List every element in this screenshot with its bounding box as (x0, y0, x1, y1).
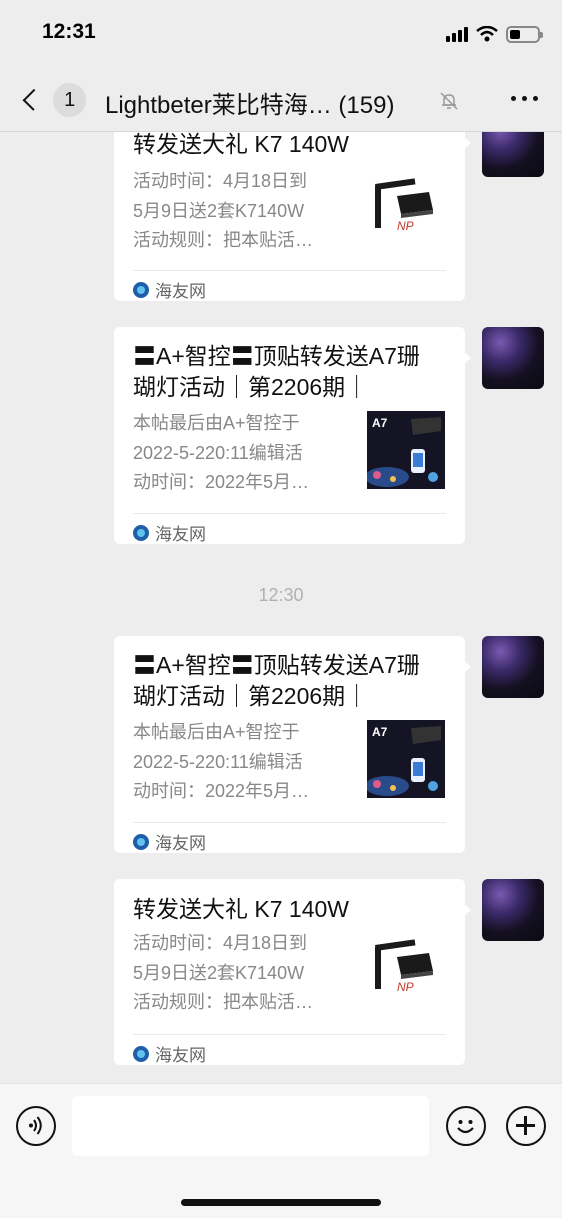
wifi-icon (476, 26, 498, 42)
bubble-tail (463, 351, 471, 365)
chat-title[interactable]: Lightbeter莱比特海… (159) (105, 85, 394, 120)
dot-icon (522, 96, 527, 101)
more-options-button[interactable] (511, 96, 538, 101)
source-app-icon (133, 281, 149, 298)
source-app-icon (133, 833, 149, 850)
dot-icon (511, 96, 516, 101)
source-name: 海友网 (155, 834, 206, 853)
source-name: 海友网 (155, 282, 206, 301)
voice-button[interactable] (16, 1106, 56, 1146)
card-divider (133, 822, 446, 823)
source-name: 海友网 (155, 1046, 206, 1065)
signal-icon (446, 26, 468, 42)
plus-button[interactable] (506, 1106, 546, 1146)
member-count: (159) (338, 92, 395, 119)
back-button[interactable]: 1 (16, 80, 86, 120)
link-card[interactable]: 转发送大礼 K7 140W 活动时间：4月18日到 5月9日送2套K7140W … (114, 879, 465, 1065)
link-card[interactable]: 转发送大礼 K7 140W 活动时间：4月18日到 5月9日送2套K7140W … (114, 110, 465, 301)
card-title: 〓A+智控〓顶贴转发送A7珊 瑚灯活动｜第2206期｜ (133, 343, 420, 400)
card-source: 海友网 (133, 277, 206, 302)
source-app-icon (133, 1045, 149, 1062)
card-divider (133, 1034, 446, 1035)
avatar[interactable] (482, 879, 544, 941)
bubble-tail (463, 903, 471, 917)
svg-text:A7: A7 (372, 416, 388, 430)
card-description: 本帖最后由A+智控于 2022-5-220:11编辑活 动时间：2022年5月… (133, 413, 310, 492)
battery-icon (506, 25, 543, 43)
chat-area[interactable]: 转发送大礼 K7 140W 活动时间：4月18日到 5月9日送2套K7140W … (0, 0, 562, 1218)
svg-text:A7: A7 (372, 725, 388, 739)
link-card[interactable]: 〓A+智控〓顶贴转发送A7珊 瑚灯活动｜第2206期｜ 本帖最后由A+智控于 2… (114, 327, 465, 544)
card-title: 转发送大礼 K7 140W (133, 896, 349, 922)
status-icons (446, 24, 543, 44)
card-source: 海友网 (133, 520, 206, 545)
input-bar (0, 1083, 562, 1218)
home-indicator (181, 1199, 381, 1206)
a7-light-thumbnail: A7 (367, 411, 445, 489)
card-divider (133, 513, 446, 514)
emoji-button[interactable] (446, 1106, 486, 1146)
card-title: 〓A+智控〓顶贴转发送A7珊 瑚灯活动｜第2206期｜ (133, 652, 420, 709)
dot-icon (533, 96, 538, 101)
link-card[interactable]: 〓A+智控〓顶贴转发送A7珊 瑚灯活动｜第2206期｜ 本帖最后由A+智控于 2… (114, 636, 465, 853)
source-name: 海友网 (155, 525, 206, 544)
card-description: 活动时间：4月18日到 5月9日送2套K7140W 活动规则：把本贴活… (133, 171, 313, 250)
card-description: 活动时间：4月18日到 5月9日送2套K7140W 活动规则：把本贴活… (133, 933, 313, 1012)
avatar[interactable] (482, 327, 544, 389)
svg-text:NP: NP (397, 980, 414, 994)
card-divider (133, 270, 446, 271)
card-description: 本帖最后由A+智控于 2022-5-220:11编辑活 动时间：2022年5月… (133, 722, 310, 801)
k7-light-thumbnail: NP (367, 937, 445, 1015)
status-bar: 12:31 (0, 0, 562, 66)
mute-bell-icon (440, 92, 458, 110)
bubble-tail (463, 660, 471, 674)
bubble-tail (463, 136, 471, 150)
k7-light-thumbnail: NP (367, 176, 445, 254)
nav-bar: 1 Lightbeter莱比特海… (159) (0, 66, 562, 132)
svg-text:NP: NP (397, 219, 414, 233)
status-time: 12:31 (42, 20, 96, 43)
chevron-left-icon (22, 88, 45, 112)
group-name: Lightbeter莱比特海… (105, 92, 332, 119)
a7-light-thumbnail: A7 (367, 720, 445, 798)
unread-badge: 1 (53, 83, 86, 117)
time-divider: 12:30 (258, 585, 304, 605)
card-source: 海友网 (133, 1041, 206, 1066)
message-input[interactable] (72, 1096, 429, 1156)
avatar[interactable] (482, 636, 544, 698)
voice-icon (29, 1116, 42, 1135)
card-source: 海友网 (133, 829, 206, 854)
card-title: 转发送大礼 K7 140W (133, 131, 349, 157)
emoji-icon (457, 1120, 474, 1134)
source-app-icon (133, 524, 149, 541)
